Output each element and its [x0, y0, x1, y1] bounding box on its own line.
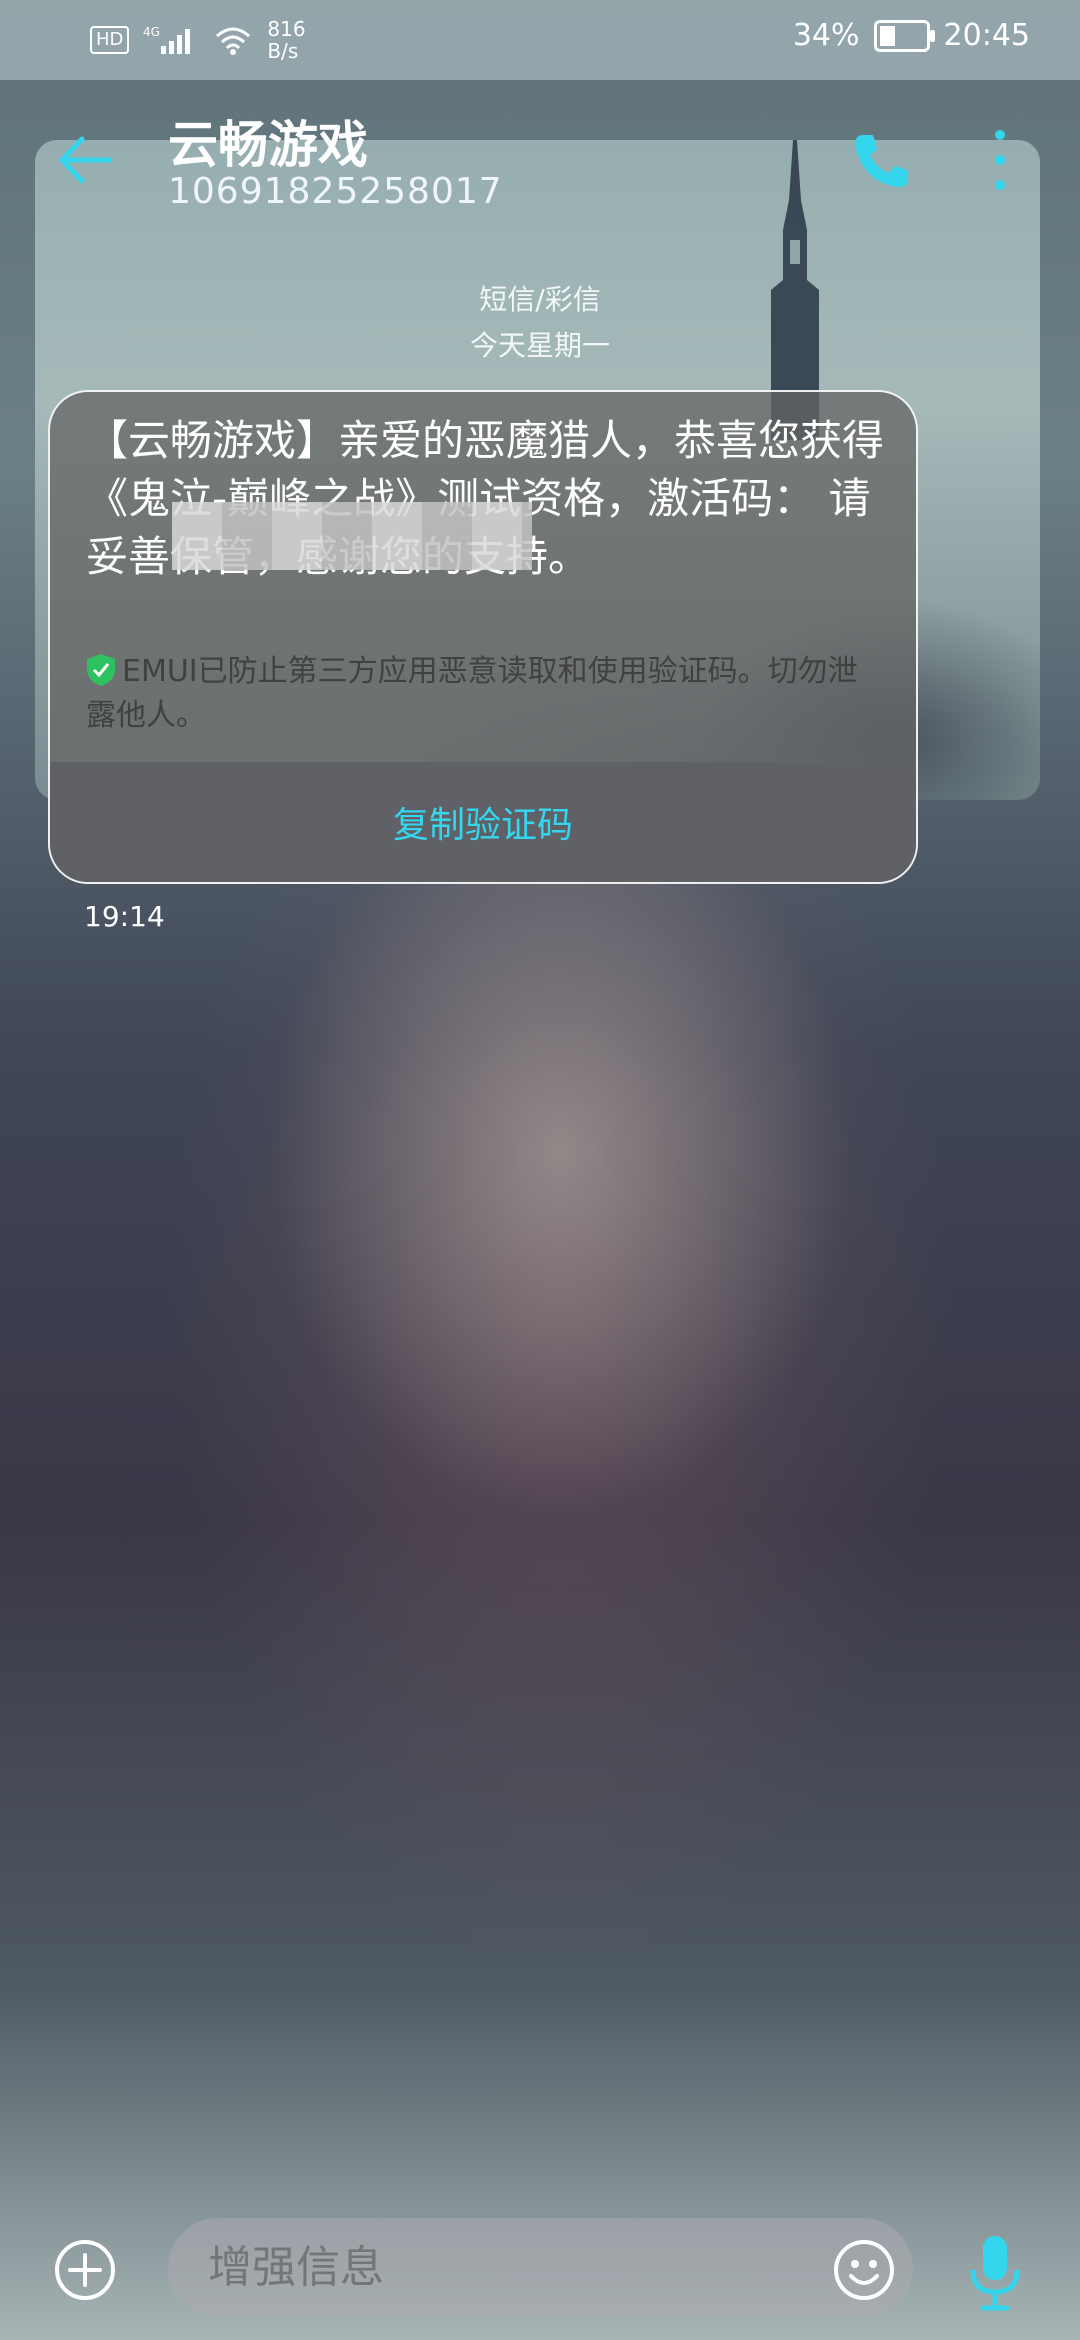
message-time: 19:14: [84, 900, 165, 933]
thread-meta: 短信/彩信 今天星期一: [0, 277, 1080, 369]
network-speed: 816 B/s: [267, 18, 305, 62]
plus-circle-icon[interactable]: [50, 2235, 120, 2305]
security-notice-text: EMUI已防止第三方应用恶意读取和使用验证码。切勿泄露他人。: [86, 654, 858, 733]
battery-icon: [873, 19, 935, 52]
status-left: HD 4G 816 B/s: [90, 18, 306, 62]
conversation-header: 云畅游戏 10691825258017: [0, 95, 1080, 225]
contact-name: 云畅游戏: [168, 116, 368, 174]
signal-icon: 4G: [143, 25, 191, 54]
shield-check-icon: [87, 654, 115, 686]
message-input[interactable]: [168, 2218, 913, 2318]
security-notice: EMUI已防止第三方应用恶意读取和使用验证码。切勿泄露他人。: [86, 650, 886, 738]
message-bubble[interactable]: 【云畅游戏】亲爱的恶魔猎人，恭喜您获得《鬼泣-巅峰之战》测试资格，激活码： 请妥…: [48, 390, 918, 884]
battery-percent: 34%: [792, 18, 860, 53]
phone-number: 10691825258017: [168, 171, 503, 212]
arrow-left-icon[interactable]: [50, 125, 120, 195]
battery-fill: [879, 25, 895, 46]
more-vertical-icon[interactable]: [985, 125, 1015, 195]
date-label: 今天星期一: [469, 329, 610, 362]
svg-text:4G: 4G: [143, 25, 160, 39]
microphone-icon[interactable]: [965, 2232, 1025, 2312]
phone-icon[interactable]: [845, 125, 915, 195]
speed-unit: B/s: [267, 39, 299, 63]
channel-label: 短信/彩信: [479, 283, 601, 316]
hd-indicator: HD: [90, 26, 130, 54]
status-bar: HD 4G 816 B/s 34% 20:45: [0, 0, 1080, 80]
status-right: 34% 20:45: [793, 18, 1030, 53]
redacted-code: [172, 502, 532, 570]
clock: 20:45: [943, 18, 1030, 53]
copy-code-button[interactable]: 复制验证码: [50, 762, 916, 882]
smiley-icon[interactable]: [832, 2238, 896, 2302]
wifi-icon: [216, 27, 251, 55]
speed-value: 816: [267, 17, 306, 41]
